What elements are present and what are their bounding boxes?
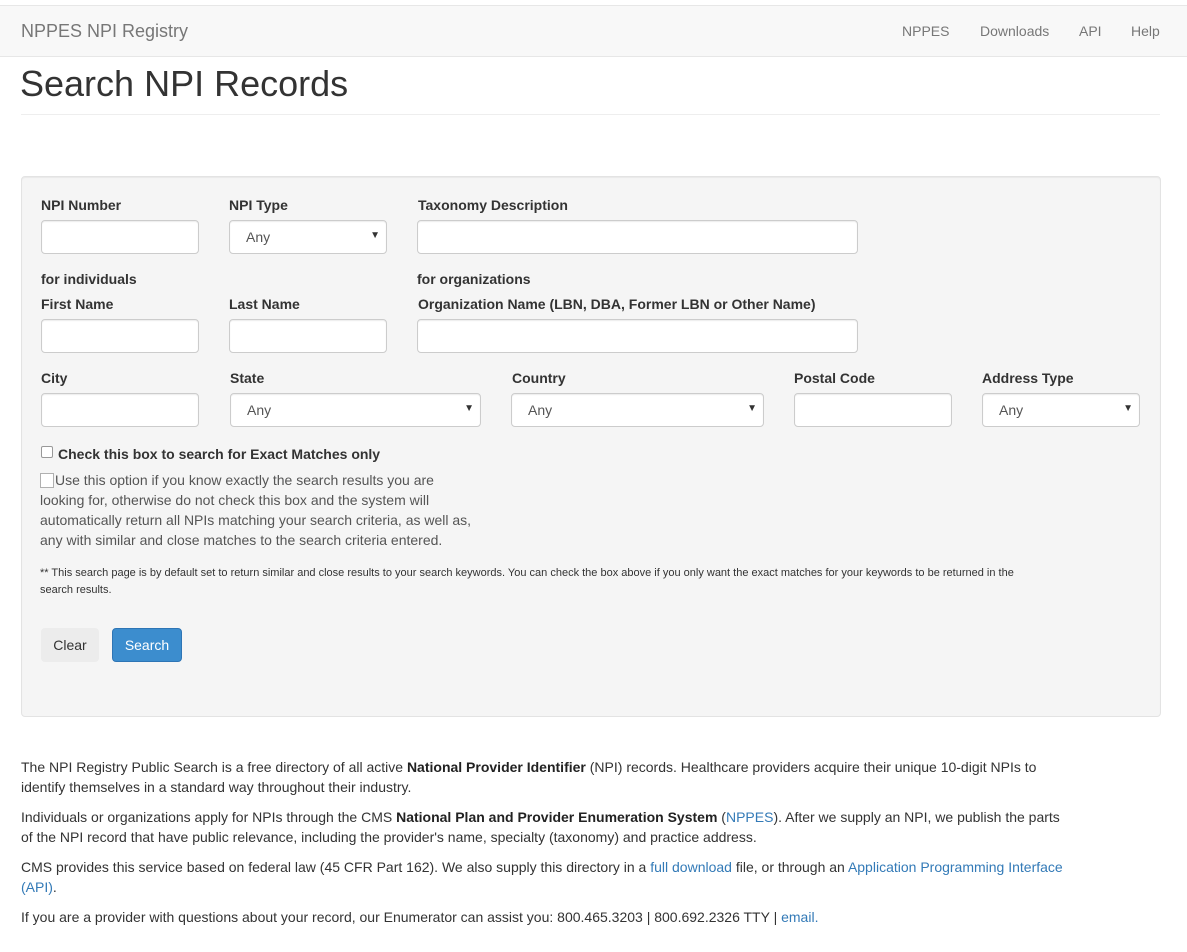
nav-link-nppes[interactable]: NPPES — [902, 23, 949, 39]
info-text: ( — [717, 809, 726, 825]
nppes-link[interactable]: NPPES — [726, 809, 773, 825]
search-note: ** This search page is by default set to… — [40, 567, 1014, 596]
email-link[interactable]: email. — [781, 909, 818, 925]
npi-number-label: NPI Number — [41, 197, 122, 213]
nav-link-downloads[interactable]: Downloads — [980, 23, 1049, 39]
info-paragraph-3: CMS provides this service based on feder… — [21, 857, 1071, 897]
last-name-label: Last Name — [229, 296, 300, 312]
last-name-input[interactable] — [229, 319, 387, 353]
npi-number-input[interactable] — [41, 220, 199, 254]
state-value: Any — [247, 402, 272, 418]
city-input[interactable] — [41, 393, 199, 427]
first-name-input[interactable] — [41, 319, 199, 353]
postal-code-input[interactable] — [794, 393, 952, 427]
clear-button[interactable]: Clear — [41, 628, 99, 662]
info-text: CMS provides this service based on feder… — [21, 859, 651, 875]
postal-code-label: Postal Code — [794, 370, 875, 386]
first-name-label: First Name — [41, 296, 114, 312]
info-text: Individuals or organizations apply for N… — [21, 809, 397, 825]
info-paragraph-4: If you are a provider with questions abo… — [21, 907, 1071, 927]
chevron-down-icon: ▼ — [464, 403, 474, 414]
exact-match-help: Use this option if you know exactly the … — [40, 470, 480, 550]
info-text: The NPI Registry Public Search is a free… — [21, 759, 407, 775]
broken-image-icon — [40, 473, 54, 488]
nav-link-api[interactable]: API — [1079, 23, 1102, 39]
country-value: Any — [528, 402, 553, 418]
brand-title[interactable]: NPPES NPI Registry — [21, 21, 188, 42]
country-label: Country — [512, 370, 566, 386]
exact-match-label[interactable]: Check this box to search for Exact Match… — [58, 446, 380, 462]
chevron-down-icon: ▼ — [1123, 403, 1133, 414]
info-text: file, or through an — [731, 859, 848, 875]
city-label: City — [41, 370, 68, 386]
country-select[interactable]: Any ▼ — [511, 393, 764, 427]
exact-match-checkbox[interactable] — [41, 446, 53, 458]
info-bold-text: National Provider Identifier — [406, 759, 586, 775]
address-type-select[interactable]: Any ▼ — [982, 393, 1140, 427]
chevron-down-icon: ▼ — [747, 403, 757, 414]
npi-type-value: Any — [246, 229, 271, 245]
state-label: State — [230, 370, 265, 386]
org-name-input[interactable] — [417, 319, 858, 353]
info-bold-text: National Plan and Provider Enumeration S… — [396, 809, 718, 825]
info-text: If you are a provider with questions abo… — [21, 909, 782, 925]
org-name-label: Organization Name (LBN, DBA, Former LBN … — [418, 296, 816, 312]
address-type-label: Address Type — [982, 370, 1074, 386]
state-select[interactable]: Any ▼ — [230, 393, 481, 427]
full-download-link[interactable]: full download — [650, 859, 732, 875]
exact-match-help-text: Use this option if you know exactly the … — [40, 472, 472, 548]
taxonomy-label: Taxonomy Description — [418, 197, 568, 213]
title-divider — [21, 114, 1160, 115]
organizations-header: for organizations — [417, 271, 531, 287]
top-navbar: NPPES NPI Registry NPPES Downloads API H… — [0, 5, 1187, 57]
info-text: . — [52, 879, 57, 895]
info-paragraph-1: The NPI Registry Public Search is a free… — [21, 757, 1071, 797]
individuals-header: for individuals — [41, 271, 137, 287]
taxonomy-input[interactable] — [417, 220, 858, 254]
info-paragraph-2: Individuals or organizations apply for N… — [21, 807, 1071, 847]
chevron-down-icon: ▼ — [370, 230, 380, 241]
page-title: Search NPI Records — [20, 63, 349, 104]
npi-type-select[interactable]: Any ▼ — [229, 220, 387, 254]
nav-link-help[interactable]: Help — [1131, 23, 1160, 39]
search-button[interactable]: Search — [112, 628, 182, 662]
address-type-value: Any — [999, 402, 1024, 418]
npi-type-label: NPI Type — [229, 197, 288, 213]
